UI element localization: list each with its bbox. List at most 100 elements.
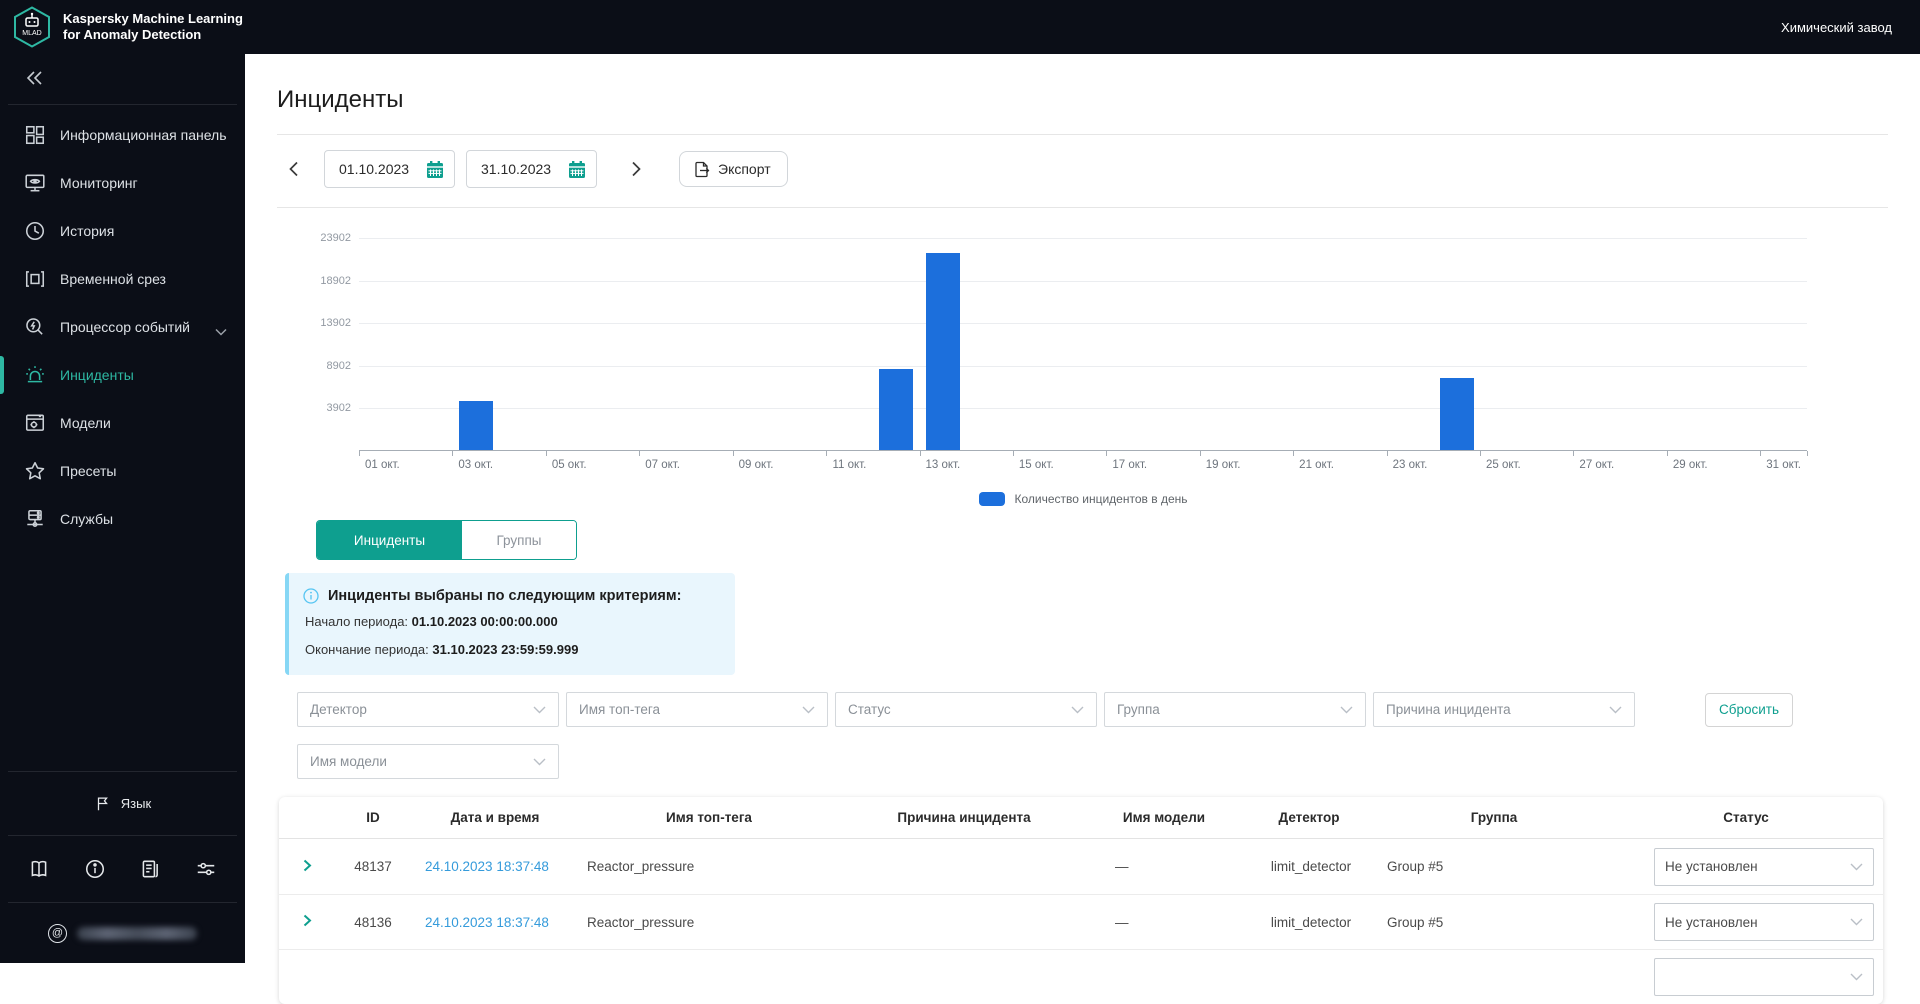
x-axis-tick-label: 21 окт. [1285,459,1349,471]
legend-swatch [979,492,1005,506]
y-axis-tick-label: 18902 [281,275,351,287]
chevron-down-icon [215,323,227,331]
book-icon[interactable] [28,858,50,880]
cell-expander [279,858,335,876]
calendar-icon[interactable] [426,160,444,179]
reset-filters-button[interactable]: Сбросить [1705,693,1793,727]
page-title: Инциденты [277,86,1888,114]
double-chevron-left-icon [24,70,44,86]
filter-group-select[interactable]: Группа [1104,692,1366,727]
calendar-icon[interactable] [568,160,586,179]
chart-plot-area: 01 окт.03 окт.05 окт.07 окт.09 окт.11 ок… [359,238,1807,451]
chevron-left-icon [289,161,299,177]
period-controls: 01.10.2023 31.10.2023 [277,150,1888,188]
sidebar-item-services[interactable]: Службы [0,495,245,543]
filters-row-2: Имя модели [277,744,1888,779]
incidents-bar-chart: 01 окт.03 окт.05 окт.07 окт.09 окт.11 ок… [277,208,1888,520]
date-from-input[interactable]: 01.10.2023 [324,150,455,188]
status-select[interactable]: Не установлен [1654,903,1874,941]
cell-expander [279,913,335,931]
sidebar-item-label: Временной срез [60,271,166,287]
filter-top-tag-select[interactable]: Имя топ-тега [566,692,828,727]
criteria-period-end: Окончание периода: 31.10.2023 23:59:59.9… [303,640,717,660]
x-axis-tick [1200,451,1201,456]
filter-incident-cause-select[interactable]: Причина инцидента [1373,692,1635,727]
next-period-button[interactable] [623,156,649,182]
select-placeholder: Детектор [310,702,533,717]
sidebar-item-presets[interactable]: Пресеты [0,447,245,495]
x-axis-tick [359,451,360,456]
table-row: 4813724.10.2023 18:37:48Reactor_pressure… [279,839,1883,894]
cell-status [1609,958,1883,996]
filter-detector-select[interactable]: Детектор [297,692,559,727]
info-icon[interactable] [84,858,106,880]
chevron-right-icon [303,914,312,927]
main-content: Инциденты 01.10.2023 31.10.2023 [245,54,1920,963]
select-placeholder: Имя модели [310,754,533,769]
chart-legend: Количество инцидентов в день [359,492,1807,506]
x-axis-tick [639,451,640,456]
sidebar-item-models[interactable]: Модели [0,399,245,447]
sidebar-item-incidents[interactable]: Инциденты [0,351,245,399]
export-button[interactable]: Экспорт [679,151,788,187]
sliders-icon[interactable] [195,858,217,880]
account-row[interactable]: @ [0,903,245,963]
select-placeholder: Причина инцидента [1386,702,1609,717]
x-axis-tick [733,451,734,456]
status-select[interactable] [1654,958,1874,996]
chart-gridline [359,408,1807,409]
date-to-input[interactable]: 31.10.2023 [466,150,597,188]
sidebar-collapse-button[interactable] [24,70,44,86]
language-switcher[interactable]: Язык [0,772,245,835]
filter-model-name-select[interactable]: Имя модели [297,744,559,779]
tab-incidents[interactable]: Инциденты [317,521,462,559]
sidebar-item-monitoring[interactable]: Мониторинг [0,159,245,207]
x-axis-tick [1760,451,1761,456]
y-axis-tick-label: 3902 [281,402,351,414]
svg-text:MLAD: MLAD [22,30,41,37]
status-select[interactable]: Не установлен [1654,848,1874,886]
history-icon [24,220,46,242]
kaspersky-mlad-logo-icon: MLAD [12,6,52,48]
x-axis-tick-label: 27 окт. [1565,459,1629,471]
news-icon[interactable] [139,858,161,880]
x-axis-tick-label: 05 окт. [537,459,601,471]
flag-icon [94,795,112,813]
sidebar-item-event-processor[interactable]: Процессор событий [0,303,245,351]
previous-period-button[interactable] [281,156,307,182]
criteria-period-start: Начало периода: 01.10.2023 00:00:00.000 [303,612,717,632]
chevron-right-icon [303,859,312,872]
x-axis-tick [546,451,547,456]
incident-datetime-link[interactable]: 24.10.2023 18:37:48 [425,859,549,874]
top-bar: MLAD Kaspersky Machine Learning for Anom… [0,0,1920,54]
date-to-value: 31.10.2023 [481,161,568,177]
status-value: Не установлен [1665,859,1850,874]
sidebar-item-history[interactable]: История [0,207,245,255]
column-header-cause: Причина инцидента [839,810,1089,825]
divider [277,134,1888,135]
chart-bar-day-24[interactable] [1440,378,1474,450]
x-axis-tick-label: 13 окт. [911,459,975,471]
sidebar-item-dashboard[interactable]: Информационная панель [0,111,245,159]
active-indicator [0,356,4,394]
chart-bar-day-13[interactable] [926,253,960,450]
sidebar-item-timeslice[interactable]: Временной срез [0,255,245,303]
cell-id: 48137 [335,859,411,874]
chevron-down-icon [802,706,815,714]
sidebar-item-label: Службы [60,511,113,527]
filter-status-select[interactable]: Статус [835,692,1097,727]
criteria-title: Инциденты выбраны по следующим критериям… [328,588,681,604]
account-email-redacted [77,927,197,940]
chevron-down-icon [1850,973,1863,981]
status-value: Не установлен [1665,915,1850,930]
chart-bar-day-12[interactable] [879,369,913,450]
x-axis-tick [1387,451,1388,456]
row-expander-button[interactable] [298,858,316,876]
x-axis-tick-label: 03 окт. [444,459,508,471]
dashboard-icon [24,124,46,146]
tab-groups[interactable]: Группы [462,521,576,559]
incident-datetime-link[interactable]: 24.10.2023 18:37:48 [425,915,549,930]
row-expander-button[interactable] [298,913,316,931]
chart-bar-day-3[interactable] [459,401,493,450]
cell-datetime: 24.10.2023 18:37:48 [411,915,579,930]
